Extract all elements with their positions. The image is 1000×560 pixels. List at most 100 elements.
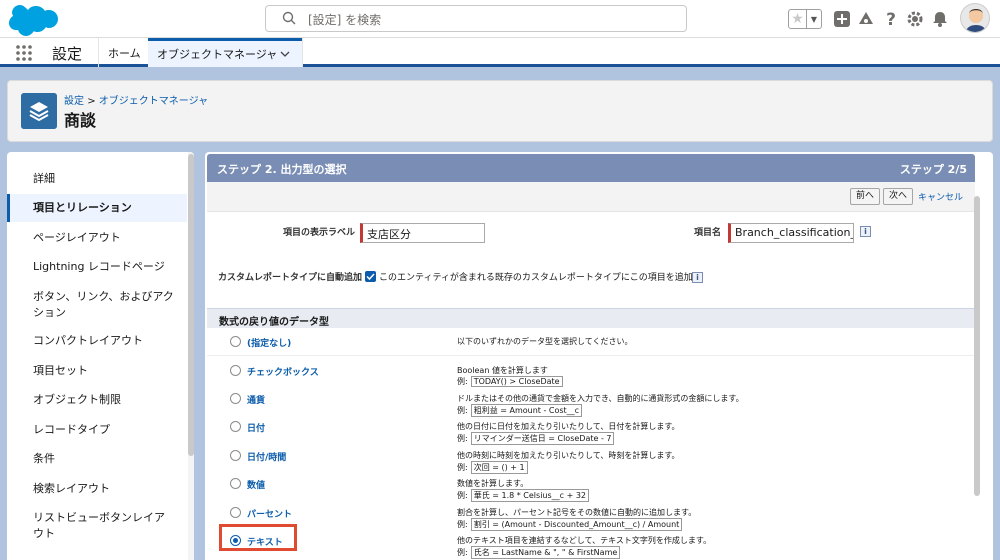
sidebar-item-page-layouts[interactable]: ページレイアウト: [7, 230, 187, 246]
favorites-button[interactable]: ★ ▼: [788, 9, 822, 29]
step-count: ステップ 2/5: [899, 163, 967, 176]
svg-text:?: ?: [886, 10, 896, 28]
type-description: 他のテキスト項目を連結するなどして、テキスト文字列を作成します。: [457, 536, 712, 545]
type-description: 割合を計算し、パーセント記号をその数値に自動的に追加します。: [457, 508, 697, 517]
custom-report-checkbox[interactable]: [365, 271, 376, 282]
user-avatar-icon: [965, 9, 987, 32]
salesforce-logo[interactable]: [8, 4, 58, 36]
nav-tab-object-manager[interactable]: オブジェクトマネージャ: [148, 38, 302, 67]
nav-divider: [98, 38, 99, 67]
trailhead-icon[interactable]: [857, 10, 875, 28]
app-navigation: 設定 ホーム オブジェクトマネージャ: [0, 38, 1000, 67]
nav-tab-home[interactable]: ホーム: [108, 45, 141, 61]
example-prefix: 例:: [457, 377, 468, 386]
info-icon[interactable]: i: [860, 226, 871, 237]
radio-button[interactable]: [230, 450, 241, 461]
sidebar-item-buttons-links-actions-cont[interactable]: ション: [7, 305, 187, 321]
type-label[interactable]: 日付: [247, 421, 265, 434]
global-search[interactable]: [設定] を検索: [265, 5, 687, 32]
example-box: TODAY() > CloseDate: [470, 376, 563, 387]
sidebar-item-field-sets[interactable]: 項目セット: [7, 363, 187, 379]
sidebar-item-list-view-button-layout[interactable]: リストビューボタンレイア: [7, 510, 187, 526]
main-scrollbar[interactable]: [973, 152, 981, 560]
example-box: 華氏 = 1.8 * Celsius__c + 32: [470, 489, 590, 502]
section-header: 数式の戻り値のデータ型: [207, 308, 975, 328]
sidebar-item-buttons-links-actions[interactable]: ボタン、リンク、およびアク: [7, 289, 187, 305]
type-description: ドルまたはその他の通貨で金額を入力でき、自動的に通貨形式の金額にします。: [457, 394, 744, 403]
cancel-link[interactable]: キャンセル: [918, 190, 963, 203]
search-placeholder: [設定] を検索: [308, 13, 382, 27]
example-prefix: 例:: [457, 548, 468, 557]
step-header: ステップ 2. 出力型の選択 ステップ 2/5: [207, 154, 975, 182]
help-icon[interactable]: ?: [882, 10, 900, 28]
field-name-input[interactable]: Branch_classification_2: [728, 223, 854, 243]
radio-button[interactable]: [230, 365, 241, 376]
wizard-button-row: 前へ 次へ キャンセル: [207, 182, 975, 212]
radio-button[interactable]: [230, 507, 241, 518]
type-example: 例: 割引 = (Amount - Discounted_Amount__c) /…: [457, 518, 683, 531]
field-name-label: 項目名: [694, 228, 722, 238]
example-box: 次回 = () + 1: [470, 461, 528, 474]
example-prefix: 例:: [457, 463, 468, 472]
type-label[interactable]: 数値: [247, 478, 265, 491]
global-header: [設定] を検索 ★ ▼ ?: [0, 0, 1000, 38]
type-label[interactable]: チェックボックス: [247, 365, 319, 378]
check-icon: [366, 273, 375, 281]
page-header: 設定 > オブジェクトマネージャ 商談: [7, 80, 993, 142]
chevron-down-icon[interactable]: ▼: [807, 10, 821, 28]
example-box: 割引 = (Amount - Discounted_Amount__c) / A…: [470, 518, 683, 531]
type-description: Boolean 値を計算します: [457, 366, 548, 375]
bell-icon[interactable]: [931, 10, 949, 28]
prev-button[interactable]: 前へ: [850, 188, 881, 205]
scrollbar-thumb[interactable]: [974, 196, 980, 496]
sidebar-item-search-layouts[interactable]: 検索レイアウト: [7, 481, 187, 497]
type-label[interactable]: パーセント: [247, 507, 292, 520]
breadcrumb-setup[interactable]: 設定: [64, 96, 84, 107]
sidebar-item-object-limits[interactable]: オブジェクト制限: [7, 392, 187, 408]
layers-icon: [21, 93, 57, 129]
sidebar-item-list-view-button-layout-cont[interactable]: ウト: [7, 526, 187, 542]
object-sidebar: 詳細 項目とリレーション ページレイアウト Lightning レコードページ …: [7, 152, 194, 560]
radio-button[interactable]: [230, 478, 241, 489]
sidebar-item-record-types[interactable]: レコードタイプ: [7, 422, 187, 438]
info-icon[interactable]: i: [692, 272, 703, 283]
radio-button[interactable]: [230, 393, 241, 404]
next-button[interactable]: 次へ: [883, 188, 914, 205]
sidebar-item-compact-layouts[interactable]: コンパクトレイアウト: [7, 333, 187, 349]
type-label[interactable]: 日付/時間: [247, 450, 286, 463]
avatar[interactable]: [960, 3, 990, 33]
star-icon: ★: [789, 10, 807, 28]
type-example: 例: TODAY() > CloseDate: [457, 376, 563, 387]
radio-button[interactable]: [230, 421, 241, 432]
sidebar-item-fields-relationships[interactable]: 項目とリレーション: [7, 194, 187, 222]
type-description: 数値を計算します。: [457, 479, 529, 488]
chevron-down-icon[interactable]: [280, 49, 290, 59]
app-name: 設定: [52, 45, 83, 63]
app-launcher-icon[interactable]: [16, 45, 32, 61]
nav-tab-label: オブジェクトマネージャ: [157, 48, 278, 61]
wizard-panel: ステップ 2. 出力型の選択 ステップ 2/5 前へ 次へ キャンセル 項目の表…: [205, 152, 993, 560]
type-description: 他の日付に日付を加えたり引いたりして、日付を計算します。: [457, 422, 680, 431]
example-box: リマインダー送信日 = CloseDate - 7: [470, 432, 615, 445]
example-prefix: 例:: [457, 434, 468, 443]
step-title: ステップ 2. 出力型の選択: [217, 163, 347, 176]
breadcrumb-object-manager[interactable]: オブジェクトマネージャ: [99, 96, 208, 107]
type-example: 例: 粗利益 = Amount - Cost__c: [457, 404, 583, 417]
sidebar-item-conditions[interactable]: 条件: [7, 451, 187, 467]
field-label-input[interactable]: 支店区分: [360, 223, 485, 243]
type-label[interactable]: 通貨: [247, 393, 265, 406]
scrollbar-thumb[interactable]: [188, 154, 194, 456]
sidebar-item-lightning-record-pages[interactable]: Lightning レコードページ: [7, 259, 187, 275]
add-icon[interactable]: [833, 10, 851, 28]
type-example: 例: リマインダー送信日 = CloseDate - 7: [457, 432, 615, 445]
type-example: 例: 華氏 = 1.8 * Celsius__c + 32: [457, 489, 590, 502]
type-description: 他の時刻に時刻を加えたり引いたりして、時刻を計算します。: [457, 451, 680, 460]
sidebar-scrollbar[interactable]: [188, 152, 194, 560]
example-prefix: 例:: [457, 520, 468, 529]
sidebar-item-details[interactable]: 詳細: [7, 171, 187, 187]
gear-icon[interactable]: [906, 10, 924, 28]
example-box: 氏名 = LastName & ", " & FirstName: [470, 546, 621, 559]
custom-report-label: カスタムレポートタイプに自動追加: [218, 273, 363, 283]
radio-button[interactable]: [230, 336, 241, 347]
type-label[interactable]: (指定なし): [247, 336, 291, 349]
